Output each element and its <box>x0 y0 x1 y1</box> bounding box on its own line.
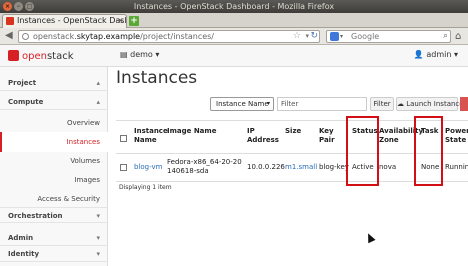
launch-instance-label: Launch Instance <box>406 100 464 108</box>
row-checkbox[interactable] <box>120 164 127 171</box>
sidebar-item-label: Access & Security <box>37 195 100 203</box>
availability-zone-cell: nova <box>379 163 397 171</box>
chevron-down-icon: ▾ <box>266 100 270 107</box>
openstack-favicon-icon <box>6 17 14 25</box>
sidebar-item-label: Volumes <box>70 157 100 165</box>
openstack-logo[interactable]: openstack <box>8 50 74 62</box>
sidebar-item-overview[interactable]: Overview <box>0 115 108 131</box>
tab-close-icon[interactable]: × <box>117 15 124 27</box>
column-header-ip-address[interactable]: IP Address <box>247 127 283 145</box>
column-header-instance-name[interactable]: Instance Name <box>134 127 168 145</box>
filter-button[interactable]: Filter <box>370 97 394 111</box>
user-name: admin <box>426 50 452 59</box>
google-engine-icon[interactable] <box>330 32 339 41</box>
search-placeholder: Google <box>351 32 380 41</box>
task-column-highlight <box>414 116 443 186</box>
sidebar-group-orchestration[interactable]: Orchestration ▾ <box>0 207 108 223</box>
chevron-down-icon: ▾ <box>96 212 100 220</box>
terminate-instances-button[interactable] <box>460 97 468 111</box>
engine-dropdown-icon[interactable]: ▾ <box>340 31 343 42</box>
sidebar-panel-label: Admin <box>8 234 34 242</box>
page-title: Instances <box>116 68 198 88</box>
openstack-logo-icon <box>8 50 19 61</box>
chevron-down-icon: ▾ <box>96 234 100 242</box>
sidebar-item-label: Overview <box>67 119 100 127</box>
user-icon: 👤 <box>413 50 424 59</box>
status-column-highlight <box>346 116 379 186</box>
launch-instance-button[interactable]: ☁ Launch Instance <box>396 97 464 111</box>
url-bar[interactable]: openstack.skytap.example/project/instanc… <box>18 30 320 43</box>
chevron-up-icon: ▴ <box>96 79 100 87</box>
ip-address-cell: 10.0.0.226 <box>247 163 285 171</box>
sidebar-panel-identity[interactable]: Identity ▾ <box>0 246 108 262</box>
window-title: Instances - OpenStack Dashboard - Mozill… <box>133 2 335 11</box>
column-header-availability-zone[interactable]: Availability Zone <box>379 127 423 145</box>
sidebar: Project ▴ Compute ▴ Overview Instances V… <box>0 67 108 266</box>
filter-field-select[interactable]: Instance Name ▾ <box>210 97 274 111</box>
chevron-down-icon: ▾ <box>96 250 100 258</box>
url-host: skytap.example <box>76 32 141 41</box>
sidebar-group-compute[interactable]: Compute ▴ <box>0 94 108 110</box>
sidebar-panel-admin[interactable]: Admin ▾ <box>0 230 108 246</box>
project-name: demo <box>130 50 153 59</box>
sidebar-item-instances[interactable]: Instances <box>0 132 108 152</box>
url-prefix: openstack. <box>33 32 77 41</box>
column-header-key-pair[interactable]: Key Pair <box>319 127 343 145</box>
sidebar-item-label: Images <box>74 176 100 184</box>
reload-icon[interactable]: ↻ <box>310 31 318 42</box>
tab-title: Instances - OpenStack Dashbo... <box>17 16 126 25</box>
dashboard-header: openstack ▤ demo ▾ 👤 admin ▾ <box>0 45 468 67</box>
filter-placeholder: Filter <box>281 100 299 108</box>
sidebar-group-label: Compute <box>8 98 44 106</box>
select-all-checkbox[interactable] <box>120 135 127 142</box>
sidebar-panel-label: Identity <box>8 250 40 258</box>
sidebar-item-images[interactable]: Images <box>0 172 108 188</box>
tab-bar: Instances - OpenStack Dashbo... × + <box>0 13 468 28</box>
new-tab-button[interactable]: + <box>129 16 139 26</box>
chevron-up-icon: ▴ <box>96 98 100 106</box>
brand-suffix: stack <box>46 51 74 62</box>
globe-icon <box>22 33 29 40</box>
mouse-cursor-icon <box>364 231 376 244</box>
user-menu[interactable]: 👤 admin ▾ <box>414 50 458 59</box>
table-footer: Displaying 1 item <box>119 184 172 191</box>
column-header-size[interactable]: Size <box>285 127 311 136</box>
instance-name-link[interactable]: blog-vm <box>134 163 164 172</box>
back-arrow-icon[interactable]: ◀ <box>5 30 13 42</box>
history-dropdown-icon[interactable]: ▾ <box>305 31 309 42</box>
bookmark-star-icon[interactable]: ☆ <box>293 31 301 42</box>
power-state-cell: Running <box>445 163 468 171</box>
size-link[interactable]: m1.small <box>285 163 317 172</box>
navigation-bar: ◀ openstack.skytap.example/project/insta… <box>0 28 468 45</box>
filter-field-value: Instance Name <box>216 100 269 108</box>
brand-prefix: open <box>22 51 47 62</box>
sidebar-group-label: Orchestration <box>8 212 63 220</box>
filter-input[interactable]: Filter <box>277 97 367 111</box>
project-icon: ▤ <box>120 50 128 59</box>
chevron-down-icon: ▾ <box>453 50 458 59</box>
chevron-down-icon: ▾ <box>155 50 160 59</box>
column-header-image-name[interactable]: Image Name <box>167 127 243 136</box>
search-icon[interactable]: ⌕ <box>443 31 448 42</box>
sidebar-panel-label: Project <box>8 79 37 87</box>
home-icon[interactable]: ⌂ <box>455 31 466 42</box>
sidebar-item-access-security[interactable]: Access & Security <box>0 191 108 207</box>
column-header-power-state[interactable]: Power State <box>445 127 468 145</box>
browser-tab[interactable]: Instances - OpenStack Dashbo... × <box>2 14 127 28</box>
sidebar-item-volumes[interactable]: Volumes <box>0 153 108 169</box>
cloud-upload-icon: ☁ <box>397 100 404 108</box>
url-path: /project/instances/ <box>140 32 215 41</box>
window-titlebar: × – □ Instances - OpenStack Dashboard - … <box>0 0 468 13</box>
search-bar[interactable]: ▾ Google ⌕ <box>326 30 451 43</box>
image-name-cell: Fedora-x86_64-20-20140618-sda <box>167 158 242 175</box>
sidebar-item-label: Instances <box>66 138 100 146</box>
project-selector[interactable]: ▤ demo ▾ <box>120 50 159 59</box>
sidebar-panel-project[interactable]: Project ▴ <box>0 75 108 91</box>
